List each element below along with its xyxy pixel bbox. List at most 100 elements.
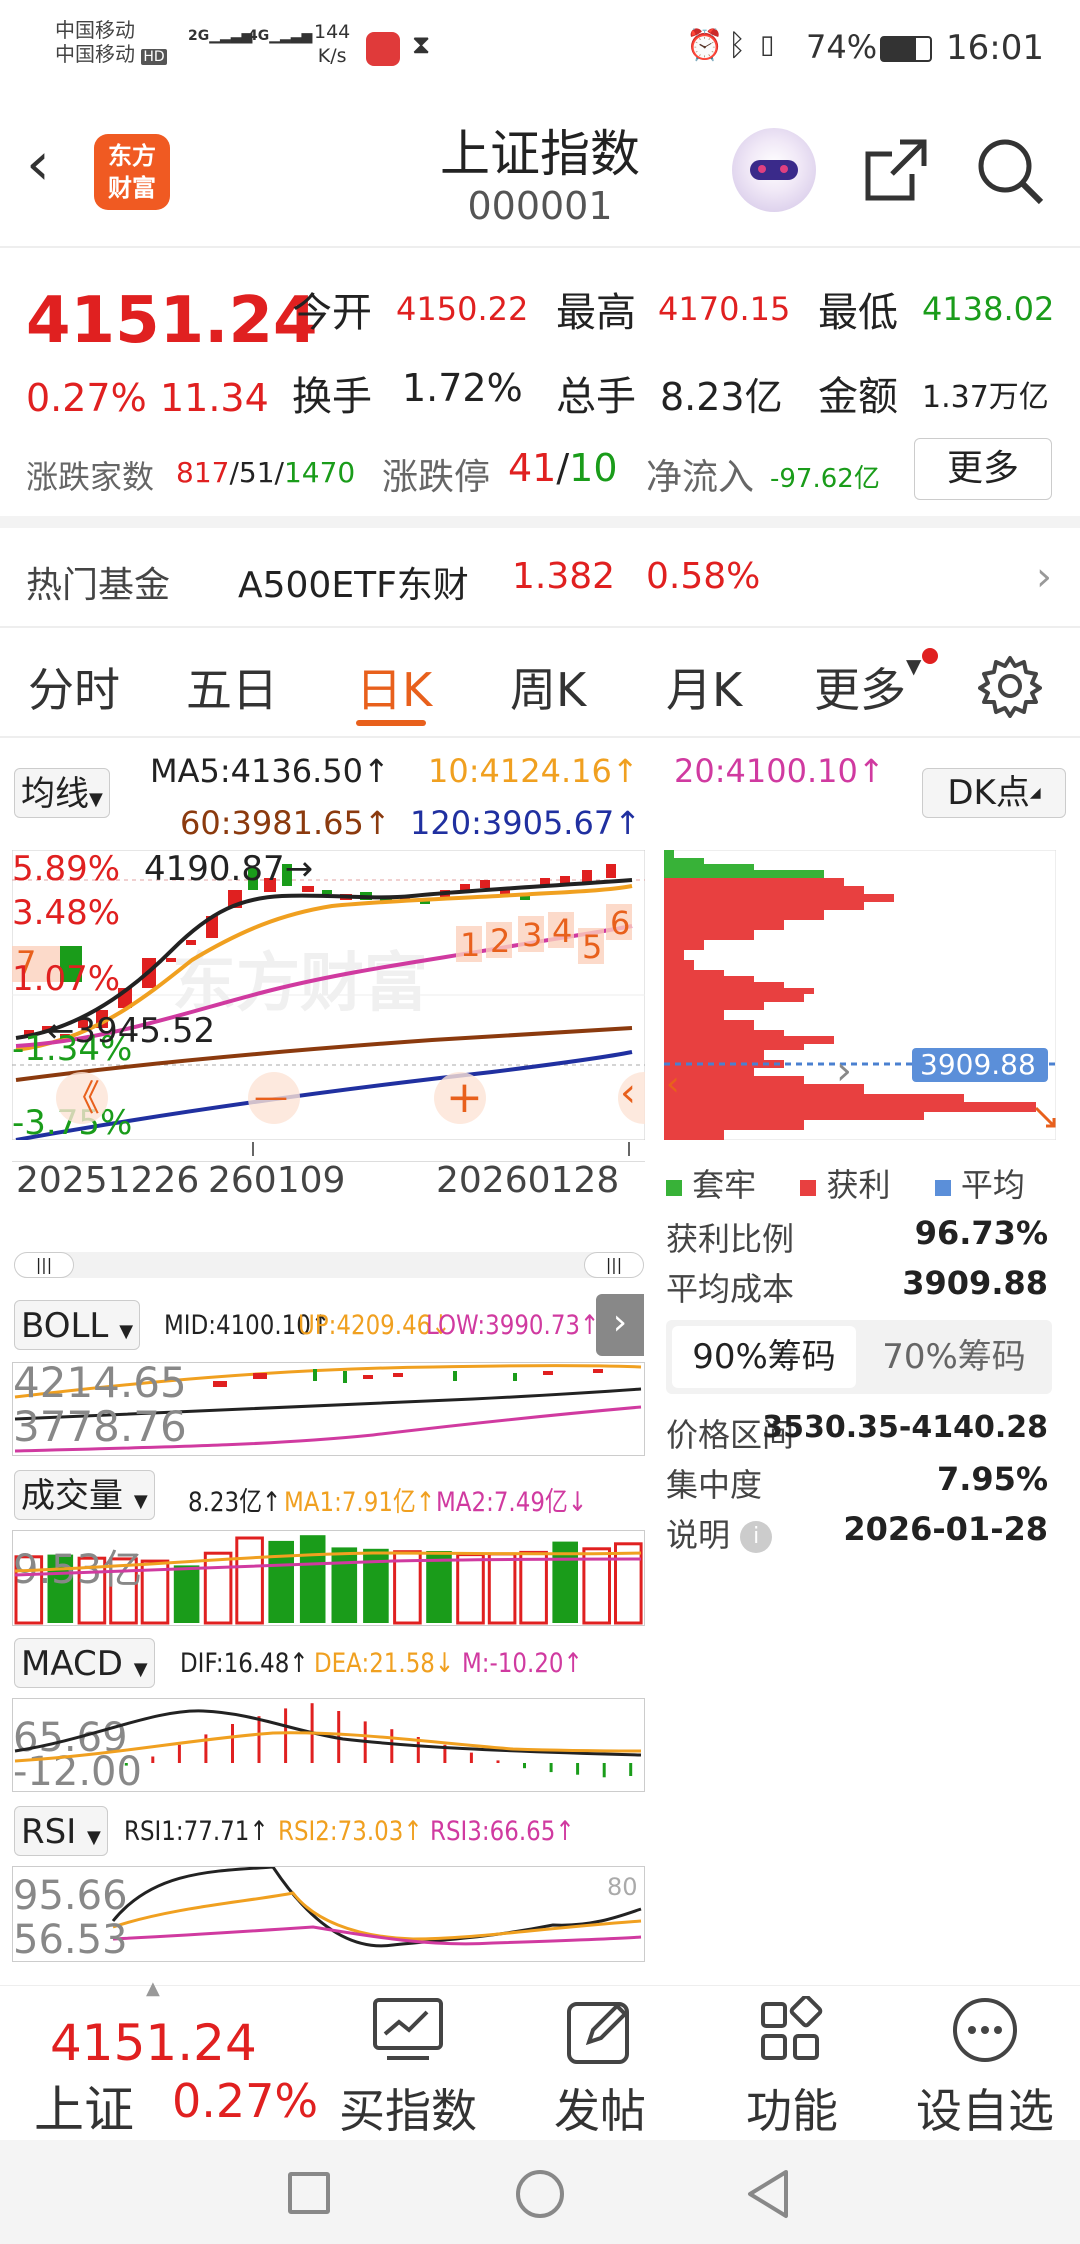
chevron-left-icon[interactable]: ‹ — [666, 1064, 680, 1104]
zoom-out-button[interactable]: — — [254, 1077, 288, 1117]
range-scrollbar[interactable]: ||| ||| — [14, 1252, 644, 1278]
fund-price: 1.382 — [512, 556, 616, 597]
hot-fund-label: 热门基金 — [26, 565, 171, 606]
last-price: 4151.24 — [26, 284, 318, 358]
signal-2g: 2G▁▂▃▅ — [188, 28, 253, 44]
volume-bar — [331, 1547, 358, 1623]
macd-dea: DEA:21.58↓ — [314, 1648, 455, 1679]
profit-ratio-label: 获利比例 — [666, 1220, 795, 1258]
robot-assistant-icon[interactable] — [732, 128, 816, 212]
rsi-selector[interactable]: RSI ▼ — [14, 1806, 108, 1856]
quote-panel: 4151.24 0.27% 11.34 今开 4150.22 最高 4170.1… — [0, 248, 1080, 528]
fund-name: A500ETF东财 — [238, 565, 469, 606]
volume-ma1: MA1:7.91亿↑ — [284, 1487, 436, 1518]
bottom-price[interactable]: 4151.24 — [50, 2014, 257, 2072]
low-label: 最低 — [818, 290, 898, 336]
range-handle-left[interactable]: ||| — [14, 1252, 74, 1278]
rsi1: RSI1:77.71↑ — [124, 1816, 269, 1847]
breadth-label: 涨跌家数 — [26, 458, 155, 496]
svg-text:5: 5 — [582, 928, 602, 966]
svg-text:6: 6 — [610, 904, 630, 942]
red-dot-badge — [922, 648, 938, 664]
concentration-value: 7.95% — [936, 1460, 1048, 1498]
tab-chip-90[interactable]: 90%筹码 — [672, 1326, 856, 1388]
net-speed: 144 K/s — [314, 21, 351, 67]
chip-date: 2026-01-28 — [843, 1510, 1048, 1548]
volume-bar — [173, 1565, 200, 1623]
tab-active-indicator — [356, 720, 426, 726]
signal-4g: 4G▁▂▃▅ — [248, 28, 313, 44]
macd-dif: DIF:16.48↑ — [180, 1648, 309, 1679]
tab-chip-70[interactable]: 70%筹码 — [862, 1326, 1046, 1388]
tab-monthly-k[interactable]: 月K — [666, 654, 742, 720]
signal-bars-icon: ▁▂▃▅ — [269, 28, 313, 44]
bottom-index-name[interactable]: 上证 — [34, 2070, 134, 2142]
hot-fund-bar[interactable]: 热门基金 A500ETF东财 1.382 0.58% › — [0, 528, 1080, 628]
tab-weekly-k[interactable]: 周K — [510, 654, 586, 720]
chevron-right-icon: › — [1036, 554, 1052, 600]
date-start: 20251226 — [16, 1160, 200, 1201]
nav-functions[interactable]: 功能 — [712, 1994, 872, 2141]
tab-daily-k[interactable]: 日K — [356, 654, 432, 720]
hourglass-icon: ⧗ — [412, 30, 431, 60]
boll-selector[interactable]: BOLL ▼ — [14, 1300, 141, 1350]
macd-chart: 65.69 -12.00 — [12, 1698, 645, 1795]
boll-chart: 4214.65 3778.76 — [12, 1358, 645, 1456]
svg-text:2: 2 — [490, 922, 510, 960]
low-marker: ←3945.52 — [46, 1011, 215, 1051]
more-circle-icon — [953, 1998, 1017, 2062]
edit-icon — [567, 2002, 629, 2064]
more-button[interactable]: 更多 — [914, 438, 1052, 500]
profit-ratio-value: 96.73% — [914, 1214, 1048, 1252]
status-bar: 中国移动 中国移动 HD 2G▁▂▃▅ 4G▁▂▃▅ 144 K/s ⧗ ⏰ ᛒ … — [0, 0, 1080, 100]
chevron-left-icon[interactable]: ‹ — [620, 1070, 636, 1116]
share-icon[interactable] — [860, 136, 930, 206]
apps-grid-icon — [761, 1994, 823, 2060]
svg-text:56.53: 56.53 — [13, 1917, 128, 1961]
volume-label: 总手 — [556, 374, 636, 420]
tab-more[interactable]: 更多▼ — [814, 654, 921, 720]
volume-ma2: MA2:7.49亿↓ — [436, 1487, 588, 1518]
expand-indicator-button[interactable]: › — [596, 1294, 644, 1356]
app-header: ‹ 东方 财富 上证指数 000001 — [0, 100, 1080, 248]
open-value: 4150.22 — [396, 290, 529, 328]
limit-values: 41/10 — [508, 446, 618, 490]
avg-cost-value: 3909.88 — [902, 1264, 1048, 1302]
bottom-pct[interactable]: 0.27% — [172, 2074, 318, 2128]
nav-buy-index[interactable]: 买指数 — [328, 1996, 488, 2141]
turnover-value: 1.72% — [402, 366, 523, 410]
macd-selector[interactable]: MACD ▼ — [14, 1638, 155, 1688]
info-icon[interactable]: i — [740, 1521, 773, 1553]
fund-pct: 0.58% — [646, 556, 761, 597]
netflow-value: -97.62亿 — [770, 464, 880, 494]
back-nav-icon[interactable] — [744, 2168, 792, 2220]
nav-add-watchlist[interactable]: 设自选 — [900, 1996, 1070, 2141]
zoom-in-button[interactable]: + — [446, 1072, 483, 1123]
tab-intraday[interactable]: 分时 — [28, 654, 120, 720]
kline-chart[interactable]: 东方财富 1 2 3 4 5 6 7 5.89% 3.48% 1.07% -1.… — [12, 850, 645, 1140]
tab-five-day[interactable]: 五日 — [186, 654, 278, 720]
chip-distribution-panel: 20:4100.10↑ DK点◢ 3909.88 › ‹ 套牢 获利 平均 获利… — [660, 738, 1080, 1978]
dk-point-button[interactable]: DK点◢ — [922, 768, 1066, 818]
ma-selector[interactable]: 均线▼ — [14, 768, 110, 818]
volume-value: 8.23亿 — [660, 375, 783, 419]
nav-post[interactable]: 发帖 — [520, 1996, 680, 2141]
gear-icon[interactable] — [978, 654, 1042, 718]
recents-icon[interactable] — [288, 2172, 330, 2214]
svg-text:1: 1 — [460, 926, 480, 964]
open-label: 今开 — [292, 290, 372, 336]
hd-badge: HD — [141, 49, 167, 65]
boll-low: LOW:3990.73↑ — [426, 1310, 600, 1341]
rsi2: RSI2:73.03↑ — [278, 1816, 423, 1847]
volume-selector[interactable]: 成交量 ▼ — [14, 1470, 155, 1520]
ma60-label: 60:3981.65↑ — [180, 804, 391, 842]
search-icon[interactable] — [975, 136, 1045, 206]
pct-label-3: 1.07% — [12, 959, 120, 999]
svg-text:95.66: 95.66 — [13, 1873, 128, 1919]
svg-text:80: 80 — [607, 1873, 638, 1901]
home-icon[interactable] — [516, 2170, 564, 2218]
signal-bars-icon: ▁▂▃▅ — [209, 28, 253, 44]
bluetooth-icon: ᛒ — [728, 28, 746, 63]
range-handle-right[interactable]: ||| — [584, 1252, 644, 1278]
chart-prev-button[interactable]: 《 — [64, 1078, 100, 1119]
